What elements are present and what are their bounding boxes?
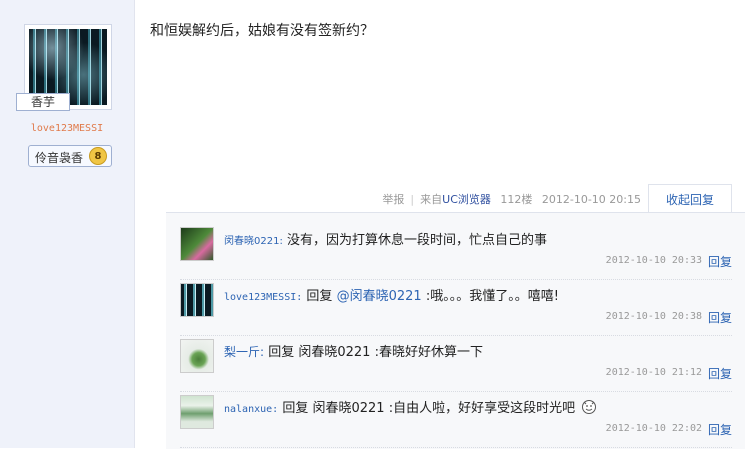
reply-text-line: 梨一斤: 回复 闵春晓0221 :春晓好好休算一下 xyxy=(224,341,483,360)
post-content: 和恒娱解约后，姑娘有没有签新约？ xyxy=(150,23,374,39)
reply-mention[interactable]: 闵春晓0221 xyxy=(312,401,384,416)
avatar[interactable] xyxy=(180,395,214,429)
reply-time: 2012-10-10 20:38 xyxy=(605,311,702,322)
list-item: 梨一斤: 回复 闵春晓0221 :春晓好好休算一下 2012-10-10 21:… xyxy=(180,335,732,392)
level-number-icon: 8 xyxy=(89,147,107,165)
reply-mention[interactable]: @闵春晓0221 xyxy=(337,289,422,304)
reply-button[interactable]: 回复 xyxy=(708,309,732,326)
reply-word: 回复 xyxy=(282,401,309,416)
reply-text-line: nalanxue: 回复 闵春晓0221 :自由人啦，好好享受这段时光吧 xyxy=(224,397,597,416)
reply-text-line: love123MESSI: 回复 @闵春晓0221 :哦。。。我懂了。。嘻嘻! xyxy=(224,285,559,304)
avatar[interactable] xyxy=(180,227,214,261)
reply-user[interactable]: love123MESSI: xyxy=(224,292,302,303)
level-name: 伶音袅香 xyxy=(35,151,84,165)
reply-text: :哦。。。我懂了。。嘻嘻! xyxy=(425,289,559,304)
smiley-face-icon xyxy=(581,399,597,415)
reply-user[interactable]: 闵春晓0221: xyxy=(224,236,283,247)
source-prefix: 来自 xyxy=(420,193,443,206)
reply-text-line: 闵春晓0221: 没有，因为打算休息一段时间，忙点自己的事 xyxy=(224,229,547,248)
reply-text: :春晓好好休算一下 xyxy=(374,345,483,360)
post-tail: 举报 | 来自UC浏览器 112楼 2012-10-10 20:15 xyxy=(382,191,641,207)
divider: | xyxy=(410,193,415,206)
reply-button[interactable]: 回复 xyxy=(708,421,732,438)
list-item: nalanxue: 回复 闵春晓0221 :自由人啦，好好享受这段时光吧 201… xyxy=(180,391,732,448)
list-item: love123MESSI: 回复 @闵春晓0221 :哦。。。我懂了。。嘻嘻! … xyxy=(180,279,732,336)
list-item: 闵春晓0221: 没有，因为打算休息一段时间，忙点自己的事 2012-10-10… xyxy=(180,223,732,280)
reply-button[interactable]: 回复 xyxy=(708,253,732,270)
reply-button[interactable]: 回复 xyxy=(708,365,732,382)
reply-list: 闵春晓0221: 没有，因为打算休息一段时间，忙点自己的事 2012-10-10… xyxy=(166,212,745,449)
reply-time: 2012-10-10 20:33 xyxy=(605,255,702,266)
reply-time: 2012-10-10 21:12 xyxy=(605,367,702,378)
reply-text: :自由人啦，好好享受这段时光吧 xyxy=(388,401,576,416)
author-username[interactable]: love123MESSI xyxy=(0,123,134,134)
reply-mention[interactable]: 闵春晓0221 xyxy=(298,345,370,360)
source-client-link[interactable]: UC浏览器 xyxy=(442,193,491,206)
reply-text: 没有，因为打算休息一段时间，忙点自己的事 xyxy=(286,233,547,248)
level-badge[interactable]: 伶音袅香 8 xyxy=(28,145,112,167)
avatar[interactable] xyxy=(180,339,214,373)
reply-user[interactable]: nalanxue: xyxy=(224,404,278,415)
author-tag: 香芋 xyxy=(16,93,70,111)
reply-word: 回复 xyxy=(306,289,333,304)
reply-user[interactable]: 梨一斤: xyxy=(224,345,264,359)
collapse-replies-button[interactable]: 收起回复 xyxy=(648,184,732,214)
author-sidebar: 香芋 love123MESSI 伶音袅香 8 xyxy=(0,0,135,448)
post-time: 2012-10-10 20:15 xyxy=(541,193,641,206)
reply-word: 回复 xyxy=(268,345,295,360)
report-link[interactable]: 举报 xyxy=(382,193,404,206)
reply-time: 2012-10-10 22:02 xyxy=(605,423,702,434)
avatar[interactable] xyxy=(180,283,214,317)
floor-number: 112楼 xyxy=(500,193,533,206)
